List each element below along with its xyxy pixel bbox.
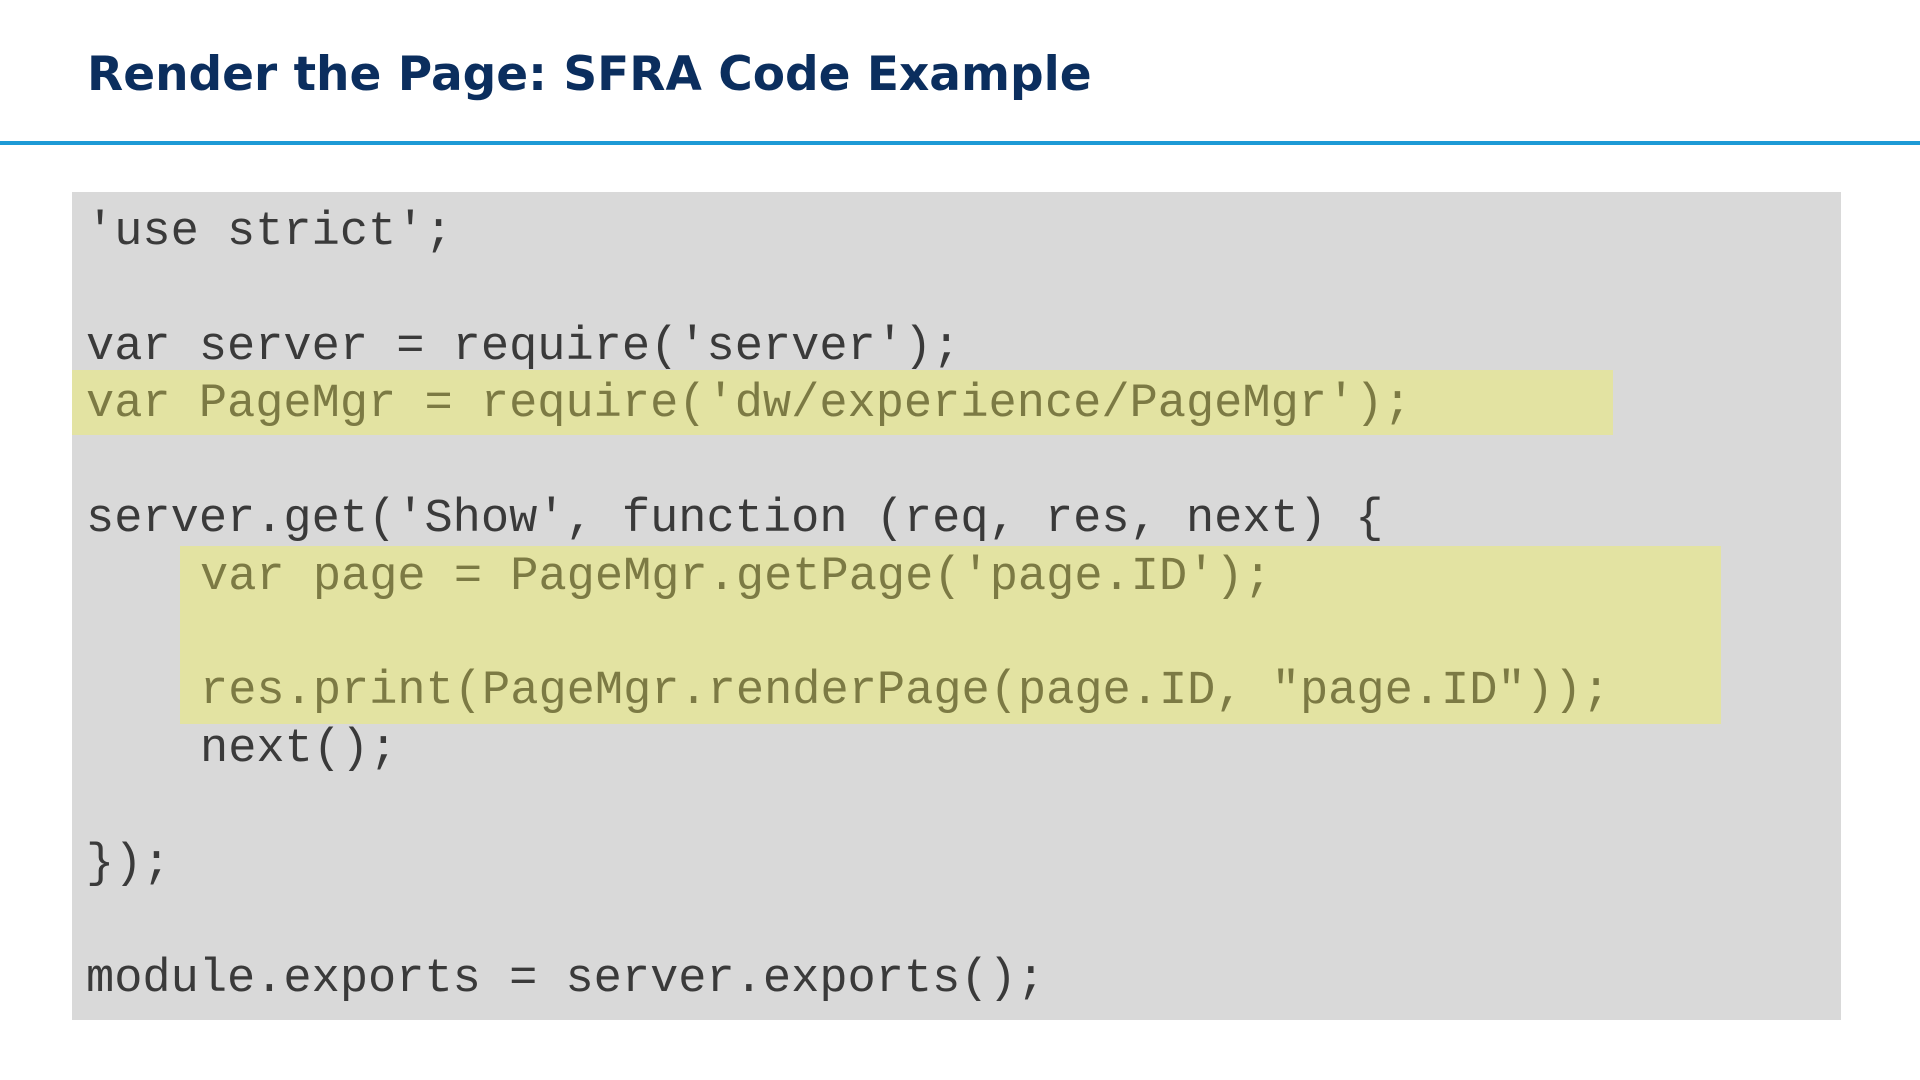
code-line-next: next(); (200, 723, 398, 776)
code-line-require-server: var server = require('server'); (86, 321, 961, 374)
code-block: 'use strict'; var server = require('serv… (72, 192, 1841, 1020)
slide-title: Render the Page: SFRA Code Example (87, 47, 1092, 102)
title-divider (0, 141, 1920, 145)
code-line-render-page: res.print(PageMgr.renderPage(page.ID, "p… (200, 665, 1611, 718)
code-line-close-handler: }); (86, 838, 171, 891)
slide: Render the Page: SFRA Code Example 'use … (0, 0, 1920, 1080)
code-lines: 'use strict'; var server = require('serv… (72, 192, 1841, 1020)
code-line-get-page: var page = PageMgr.getPage('page.ID'); (200, 551, 1272, 604)
code-line-require-pagemgr: var PageMgr = require('dw/experience/Pag… (86, 378, 1412, 431)
code-line-server-get: server.get('Show', function (req, res, n… (86, 493, 1384, 546)
code-line-use-strict: 'use strict'; (86, 206, 453, 259)
code-line-module-exports: module.exports = server.exports(); (86, 953, 1045, 1006)
